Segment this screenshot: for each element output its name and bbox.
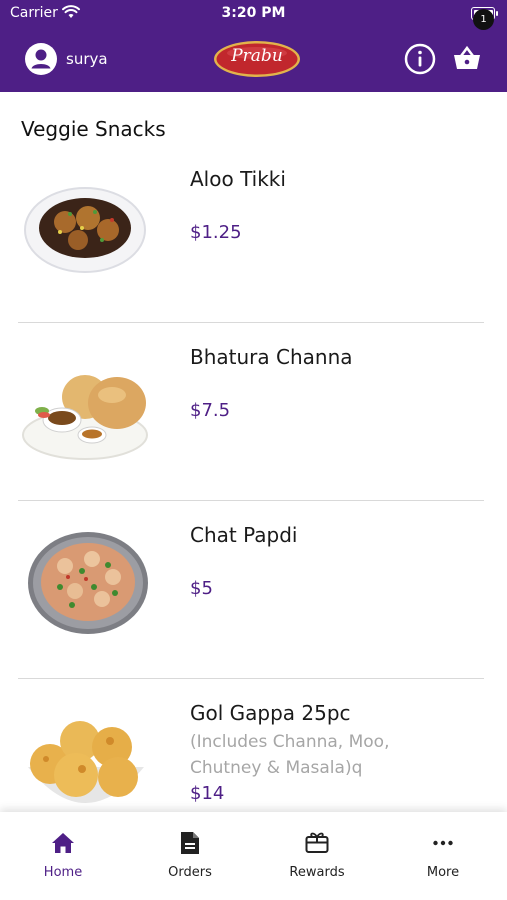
bottom-tab-bar: Home Orders Rewards More: [0, 812, 507, 900]
basket-icon[interactable]: [452, 43, 482, 73]
menu-item-aloo-tikki[interactable]: Aloo Tikki $1.25: [0, 145, 507, 323]
tab-orders[interactable]: Orders: [127, 812, 253, 900]
document-icon: [181, 832, 199, 854]
category-title: Veggie Snacks: [21, 117, 166, 141]
tab-label: Orders: [168, 865, 212, 880]
gift-card-icon: [305, 832, 329, 853]
item-name: Gol Gappa 25pc: [190, 701, 351, 725]
user-circle-icon: [25, 43, 57, 75]
home-icon: [52, 833, 74, 853]
status-bar: Carrier 3:20 PM: [0, 0, 507, 28]
item-price: $1.25: [190, 222, 242, 243]
tab-more[interactable]: More: [380, 812, 506, 900]
tab-label: More: [426, 865, 460, 880]
chat-papdi-photo: [28, 532, 148, 634]
user-name: surya: [66, 50, 108, 68]
aloo-tikki-photo: [24, 187, 146, 273]
item-name: Chat Papdi: [190, 523, 298, 547]
logo-text: Prabu: [231, 46, 283, 66]
clock: 3:20 PM: [221, 5, 286, 21]
info-icon[interactable]: [404, 43, 436, 75]
item-price: $7.5: [190, 400, 231, 421]
tab-label: Rewards: [289, 865, 345, 880]
item-name: Aloo Tikki: [190, 167, 286, 191]
user-profile-button[interactable]: surya: [24, 42, 108, 76]
more-icon: [433, 840, 453, 846]
tab-rewards[interactable]: Rewards: [254, 812, 380, 900]
app-header: surya Prabu: [0, 28, 507, 92]
menu-item-bhatura-channa[interactable]: Bhatura Channa $7.5: [0, 323, 507, 501]
menu-item-chat-papdi[interactable]: Chat Papdi $5: [0, 501, 507, 679]
bhatura-channa-photo: [22, 375, 148, 460]
cart-count-badge: 1: [473, 9, 494, 30]
item-price: $5: [190, 578, 213, 599]
tab-home[interactable]: Home: [0, 812, 126, 900]
tab-label: Home: [43, 865, 83, 880]
item-description: (Includes Channa, Moo, Chutney & Masala)…: [190, 732, 390, 778]
item-name: Bhatura Channa: [190, 345, 353, 369]
item-price: $14: [190, 783, 225, 804]
